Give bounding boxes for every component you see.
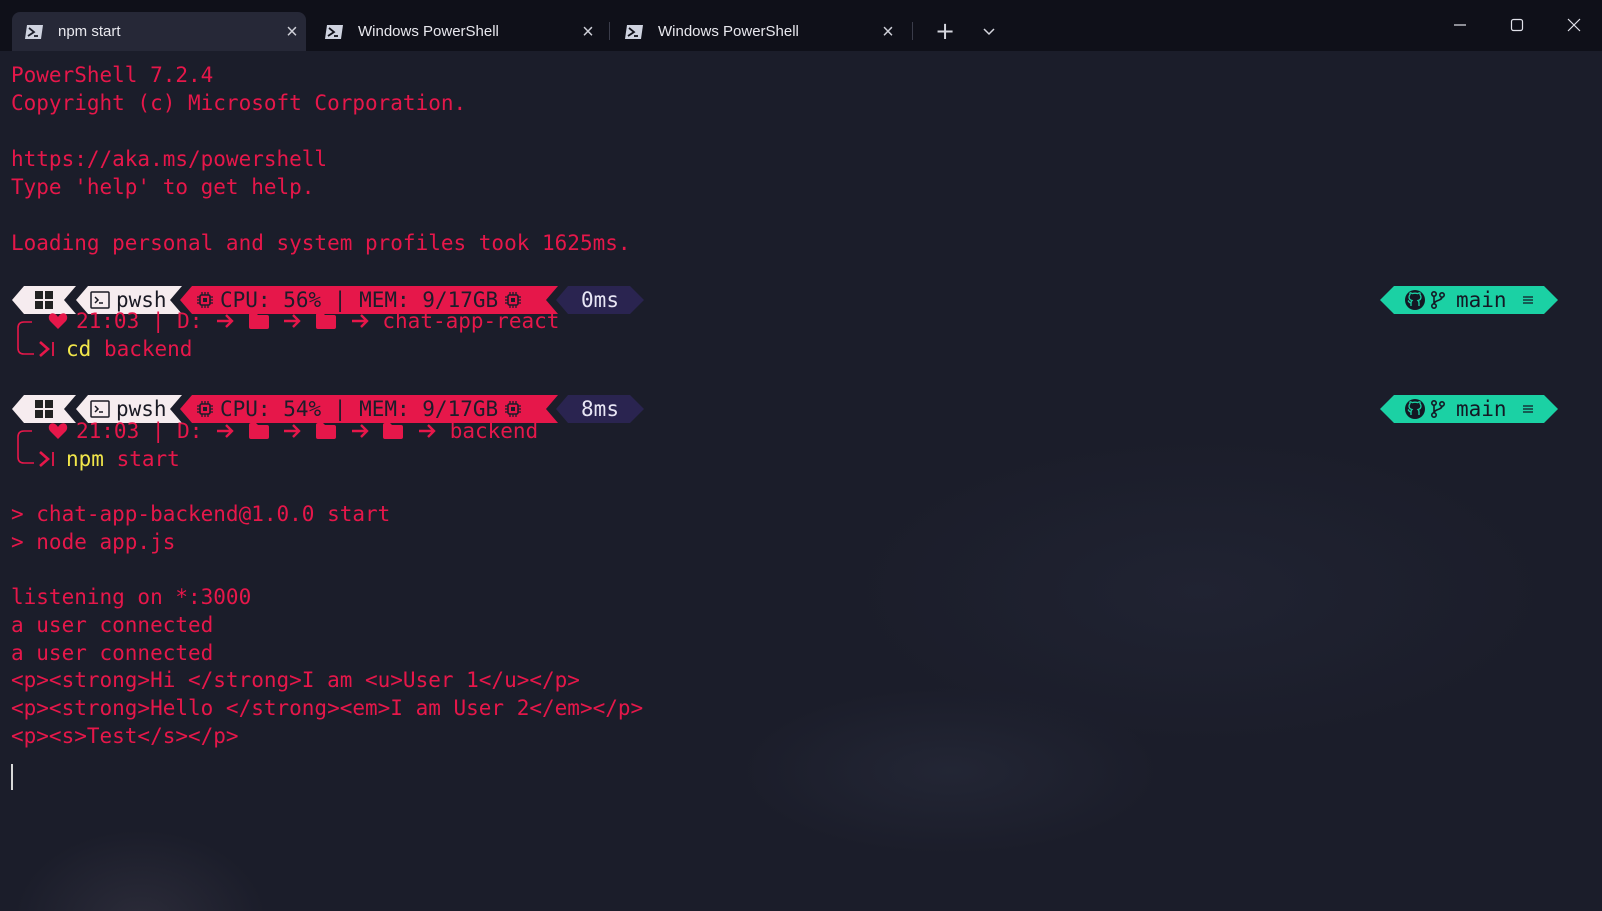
plus-icon: +	[934, 17, 956, 45]
tab-divider	[609, 22, 610, 40]
chevron-down-icon	[983, 28, 995, 36]
powershell-icon	[325, 24, 343, 39]
close-window-button[interactable]	[1546, 0, 1602, 50]
minimize-button[interactable]	[1432, 0, 1488, 50]
output-line: listening on *:3000	[11, 585, 252, 609]
exec-time-segment: 8ms	[556, 395, 644, 423]
powershell-icon	[25, 24, 43, 39]
tab-divider	[912, 22, 913, 40]
maximize-icon	[1510, 18, 1524, 32]
prompt-tree-connector	[17, 430, 34, 464]
folder-icon	[316, 313, 337, 329]
intro-line: https://aka.ms/powershell	[11, 147, 328, 171]
prompt-clock: 21:03	[76, 309, 140, 333]
intro-line: PowerShell 7.2.4	[11, 63, 214, 87]
output-line: <p><strong>Hello </strong><em>I am User …	[11, 696, 644, 720]
close-icon	[1567, 18, 1581, 32]
command-line: npm start	[39, 445, 180, 473]
arrow-right-icon	[217, 424, 234, 438]
terminal-icon	[90, 400, 110, 418]
prompt-tree-connector	[17, 321, 34, 355]
folder-icon	[383, 423, 404, 439]
heart-icon	[48, 313, 68, 329]
tab-windows-powershell-2[interactable]: Windows PowerShell ×	[612, 12, 902, 51]
output-line: a user connected	[11, 641, 214, 665]
output-line: a user connected	[11, 613, 214, 637]
intro-line: Loading personal and system profiles too…	[11, 231, 631, 255]
command-name: cd	[66, 337, 92, 361]
prompt-path-line: 21:03 | D: backend	[42, 417, 538, 445]
new-tab-button[interactable]: +	[922, 12, 968, 50]
git-branch-icon	[1430, 290, 1446, 310]
text-cursor	[11, 764, 13, 790]
maximize-button[interactable]	[1489, 0, 1545, 50]
tab-windows-powershell-1[interactable]: Windows PowerShell ×	[312, 12, 602, 51]
output-line: > chat-app-backend@1.0.0 start	[11, 502, 391, 526]
cpu-chip-icon	[504, 400, 522, 418]
git-status-equal-icon	[1521, 403, 1535, 415]
folder-icon	[248, 313, 269, 329]
arrow-right-icon	[419, 424, 436, 438]
git-segment: main	[1380, 286, 1558, 314]
git-segment: main	[1380, 395, 1558, 423]
prompt-drive: D:	[177, 419, 203, 443]
command-args: backend	[103, 337, 193, 361]
tab-label: Windows PowerShell	[358, 23, 499, 40]
heart-icon	[48, 423, 68, 439]
windows-icon	[35, 400, 53, 418]
powershell-icon	[625, 24, 643, 39]
command-name: npm	[66, 447, 104, 471]
folder-icon	[248, 423, 269, 439]
close-tab-icon[interactable]: ×	[278, 22, 306, 42]
github-icon	[1404, 289, 1426, 311]
arrow-right-icon	[217, 314, 234, 328]
folder-icon	[316, 423, 337, 439]
exec-time: 0ms	[581, 288, 619, 312]
prompt-path-line: 21:03 | D: chat-app-react	[42, 307, 559, 335]
tab-label: Windows PowerShell	[658, 23, 799, 40]
prompt-drive: D:	[177, 309, 203, 333]
github-icon	[1404, 398, 1426, 420]
output-line: <p><s>Test</s></p>	[11, 724, 239, 748]
tab-dropdown-button[interactable]	[968, 12, 1010, 50]
exec-time-segment: 0ms	[556, 286, 644, 314]
arrow-right-icon	[284, 314, 302, 328]
prompt-chevron-icon	[39, 341, 54, 357]
intro-line: Copyright (c) Microsoft Corporation.	[11, 91, 467, 115]
git-branch: main	[1456, 288, 1507, 312]
output-line: <p><strong>Hi </strong>I am <u>User 1</u…	[11, 668, 580, 692]
git-branch-icon	[1430, 399, 1446, 419]
prompt-chevron-icon	[39, 451, 54, 467]
close-tab-icon[interactable]: ×	[574, 22, 602, 42]
prompt-cwd: backend	[449, 419, 539, 443]
tab-label: npm start	[58, 23, 121, 40]
command-args: start	[116, 447, 180, 471]
close-tab-icon[interactable]: ×	[874, 22, 902, 42]
cpu-chip-icon	[196, 400, 214, 418]
output-line: > node app.js	[11, 530, 176, 554]
minimize-icon	[1454, 24, 1466, 26]
prompt-clock: 21:03	[76, 419, 140, 443]
arrow-right-icon	[351, 424, 369, 438]
intro-line: Type 'help' to get help.	[11, 175, 315, 199]
title-bar: npm start × Windows PowerShell × Windows…	[0, 0, 1602, 51]
git-branch: main	[1456, 397, 1507, 421]
prompt-cwd: chat-app-react	[382, 309, 560, 333]
arrow-right-icon	[284, 424, 302, 438]
arrow-right-icon	[351, 314, 369, 328]
tab-npm-start[interactable]: npm start ×	[12, 12, 306, 51]
git-status-equal-icon	[1521, 294, 1535, 306]
command-line: cd backend	[39, 335, 193, 363]
exec-time: 8ms	[581, 397, 619, 421]
